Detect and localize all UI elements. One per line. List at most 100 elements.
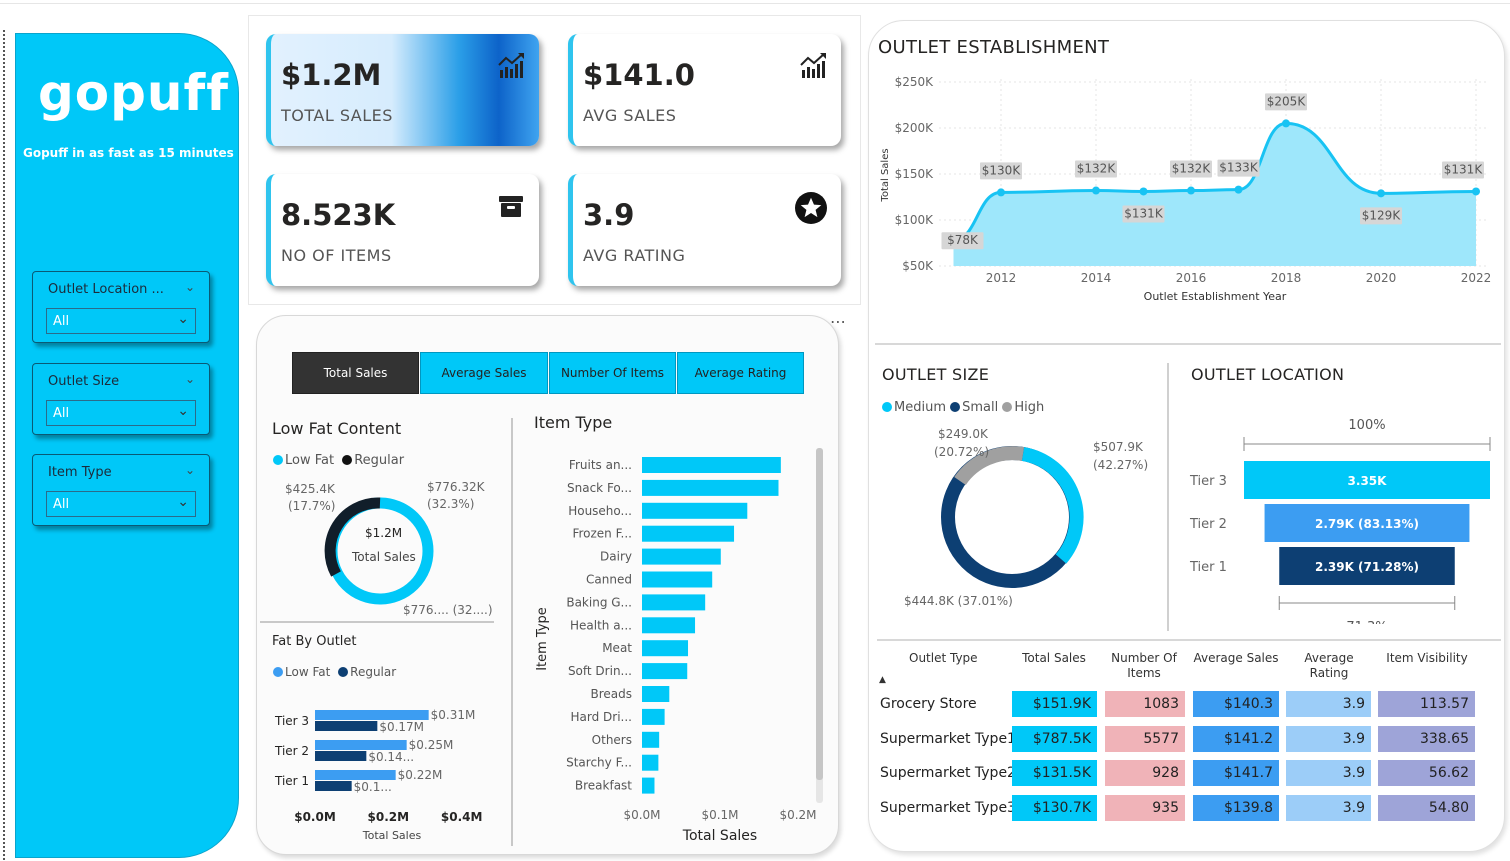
regular-label: $425.4K xyxy=(285,482,335,496)
table-row-label[interactable]: Supermarket Type1 xyxy=(880,731,1016,747)
table-cell-items[interactable]: 935 xyxy=(1105,794,1185,821)
table-cell-vis[interactable]: 56.62 xyxy=(1378,760,1475,786)
x-tick-label: $0.2M xyxy=(368,810,410,824)
kpi-avg-rating[interactable]: 3.9 AVG RATING xyxy=(568,174,841,286)
kpi-total-sales[interactable]: $1.2M TOTAL SALES xyxy=(266,34,539,146)
item-type-bar xyxy=(642,777,655,794)
tab-total-sales[interactable]: Total Sales xyxy=(292,352,419,394)
data-label: $131K xyxy=(1444,162,1484,176)
table-header-average-sales[interactable]: Average Sales xyxy=(1193,651,1279,666)
data-point xyxy=(1377,189,1385,198)
legend-dot xyxy=(273,455,283,465)
x-tick-label: $0.0M xyxy=(623,808,660,822)
slicer-label: Item Type xyxy=(48,465,112,480)
bar-regular xyxy=(315,721,378,731)
slicer-outlet-size[interactable]: Outlet Size ⌄ All ⌄ xyxy=(32,363,210,435)
donut-center-label: Total Sales xyxy=(352,550,416,564)
table-cell-items[interactable]: 928 xyxy=(1105,760,1185,786)
scrollbar-track[interactable] xyxy=(816,448,823,803)
category-label: Hard Dri... xyxy=(571,710,632,724)
sort-ascending-icon[interactable]: ▲ xyxy=(879,675,886,685)
table-cell-sales[interactable]: $787.5K xyxy=(1012,725,1097,752)
tab-average-rating[interactable]: Average Rating xyxy=(677,352,804,394)
table-cell-sales[interactable]: $131.5K xyxy=(1012,760,1097,786)
outlet-size-legend: Medium Small High xyxy=(882,400,1044,415)
funnel-category: Tier 2 xyxy=(1189,517,1227,532)
y-tick-label: $250K xyxy=(895,75,935,89)
item-type-chart[interactable]: Fruits an... Snack Fo... Househo... Frozen … xyxy=(527,444,827,848)
category-label: Others xyxy=(592,733,632,747)
table-header-total-sales[interactable]: Total Sales xyxy=(1019,651,1089,666)
chevron-down-icon[interactable]: ⌄ xyxy=(185,280,195,294)
data-label: $130K xyxy=(982,163,1022,177)
lowfat-pct: (32.3%) xyxy=(427,497,475,511)
fat-by-outlet-legend: Low Fat Regular xyxy=(273,665,396,679)
lowfat-bottom-label: $776.... (32....) xyxy=(403,603,493,617)
kpi-avg-sales[interactable]: $141.0 AVG SALES xyxy=(568,34,841,146)
table-header-number-of-items[interactable]: Number Of Items xyxy=(1109,651,1179,681)
outlet-establishment-chart[interactable]: $50K $100K $150K $200K $250K 2012 2014 2016 2018… xyxy=(869,65,1501,305)
chevron-down-icon[interactable]: ⌄ xyxy=(185,463,195,477)
table-header-item-visibility[interactable]: Item Visibility xyxy=(1381,651,1473,666)
data-label: $0.1... xyxy=(354,780,392,794)
slicer-item-type[interactable]: Item Type ⌄ All ⌄ xyxy=(32,454,210,526)
regular-pct: (17.7%) xyxy=(288,499,336,513)
data-point xyxy=(1472,187,1480,196)
kpi-number-of-items[interactable]: 8.523K NO OF ITEMS xyxy=(266,174,539,286)
table-cell-sales[interactable]: $130.7K xyxy=(1012,794,1097,821)
category-label: Health a... xyxy=(570,618,632,632)
table-cell-rating[interactable]: 3.9 xyxy=(1286,691,1371,717)
table-cell-rating[interactable]: 3.9 xyxy=(1286,794,1371,821)
legend-item: High xyxy=(1014,400,1045,415)
fat-by-outlet-chart[interactable]: Tier 3 $0.31M $0.17M Tier 2 $0.25M$0.14... Ti… xyxy=(265,696,501,846)
x-tick-label: $0.1M xyxy=(701,808,738,822)
data-label: $0.17M xyxy=(379,720,424,734)
tab-average-sales[interactable]: Average Sales xyxy=(420,352,548,394)
section-divider xyxy=(875,343,1501,345)
table-cell-avg[interactable]: $140.3 xyxy=(1193,691,1279,717)
scrollbar-thumb[interactable] xyxy=(816,448,823,780)
x-tick-label: $0.0M xyxy=(294,810,336,824)
star-circle-icon xyxy=(795,192,827,224)
table-cell-sales[interactable]: $151.9K xyxy=(1012,691,1097,717)
table-cell-items[interactable]: 1083 xyxy=(1105,691,1185,717)
outlet-location-funnel[interactable]: 100% 3.35K Tier 3 2.79K (83.13%) Tier 2 2.39K… xyxy=(1179,389,1499,624)
tab-number-of-items[interactable]: Number Of Items xyxy=(549,352,676,394)
legend-dot xyxy=(1002,402,1013,412)
high-label: $249.0K xyxy=(938,427,988,441)
table-row-label[interactable]: Supermarket Type2 xyxy=(880,765,1016,781)
sidebar: gopuff Gopuff in as fast as 15 minutes O… xyxy=(15,33,239,858)
top-divider xyxy=(0,3,1510,4)
table-cell-avg[interactable]: $141.7 xyxy=(1193,760,1279,786)
slicer-outlet-location[interactable]: Outlet Location ... ⌄ All ⌄ xyxy=(32,271,210,343)
more-options-icon[interactable]: ⋯ xyxy=(830,312,847,331)
table-cell-vis[interactable]: 54.80 xyxy=(1378,794,1475,821)
table-header-outlet-type[interactable]: Outlet Type xyxy=(909,651,978,666)
y-tick-label: $100K xyxy=(895,213,935,227)
x-axis-label: Total Sales xyxy=(682,828,757,844)
table-row-label[interactable]: Grocery Store xyxy=(880,696,977,712)
table-cell-rating[interactable]: 3.9 xyxy=(1286,725,1371,752)
table-cell-items[interactable]: 5577 xyxy=(1105,725,1185,752)
section-divider xyxy=(877,639,1501,641)
table-cell-rating[interactable]: 3.9 xyxy=(1286,760,1371,786)
chevron-down-icon[interactable]: ⌄ xyxy=(185,372,195,386)
medium-pct: (42.27%) xyxy=(1093,458,1149,472)
data-label: $0.31M xyxy=(431,708,476,722)
medium-label: $507.9K xyxy=(1093,440,1143,454)
x-tick-label: 2022 xyxy=(1461,271,1492,285)
category-label: Househo... xyxy=(568,504,632,518)
table-header-average-rating[interactable]: Average Rating xyxy=(1299,651,1359,681)
outlet-location-dropdown[interactable]: All ⌄ xyxy=(46,308,196,334)
table-cell-vis[interactable]: 338.65 xyxy=(1378,725,1475,752)
table-row-label[interactable]: Supermarket Type3 xyxy=(880,800,1016,816)
bar-regular xyxy=(315,751,367,761)
outlet-size-dropdown[interactable]: All ⌄ xyxy=(46,400,196,426)
x-tick-label: 2018 xyxy=(1271,271,1302,285)
visual-tab-panel: Total Sales Average Sales Number Of Item… xyxy=(256,315,839,855)
table-cell-avg[interactable]: $139.8 xyxy=(1193,794,1279,821)
item-type-dropdown[interactable]: All ⌄ xyxy=(46,491,196,517)
legend-item: Small xyxy=(962,400,999,415)
table-cell-vis[interactable]: 113.57 xyxy=(1378,691,1475,717)
table-cell-avg[interactable]: $141.2 xyxy=(1193,725,1279,752)
